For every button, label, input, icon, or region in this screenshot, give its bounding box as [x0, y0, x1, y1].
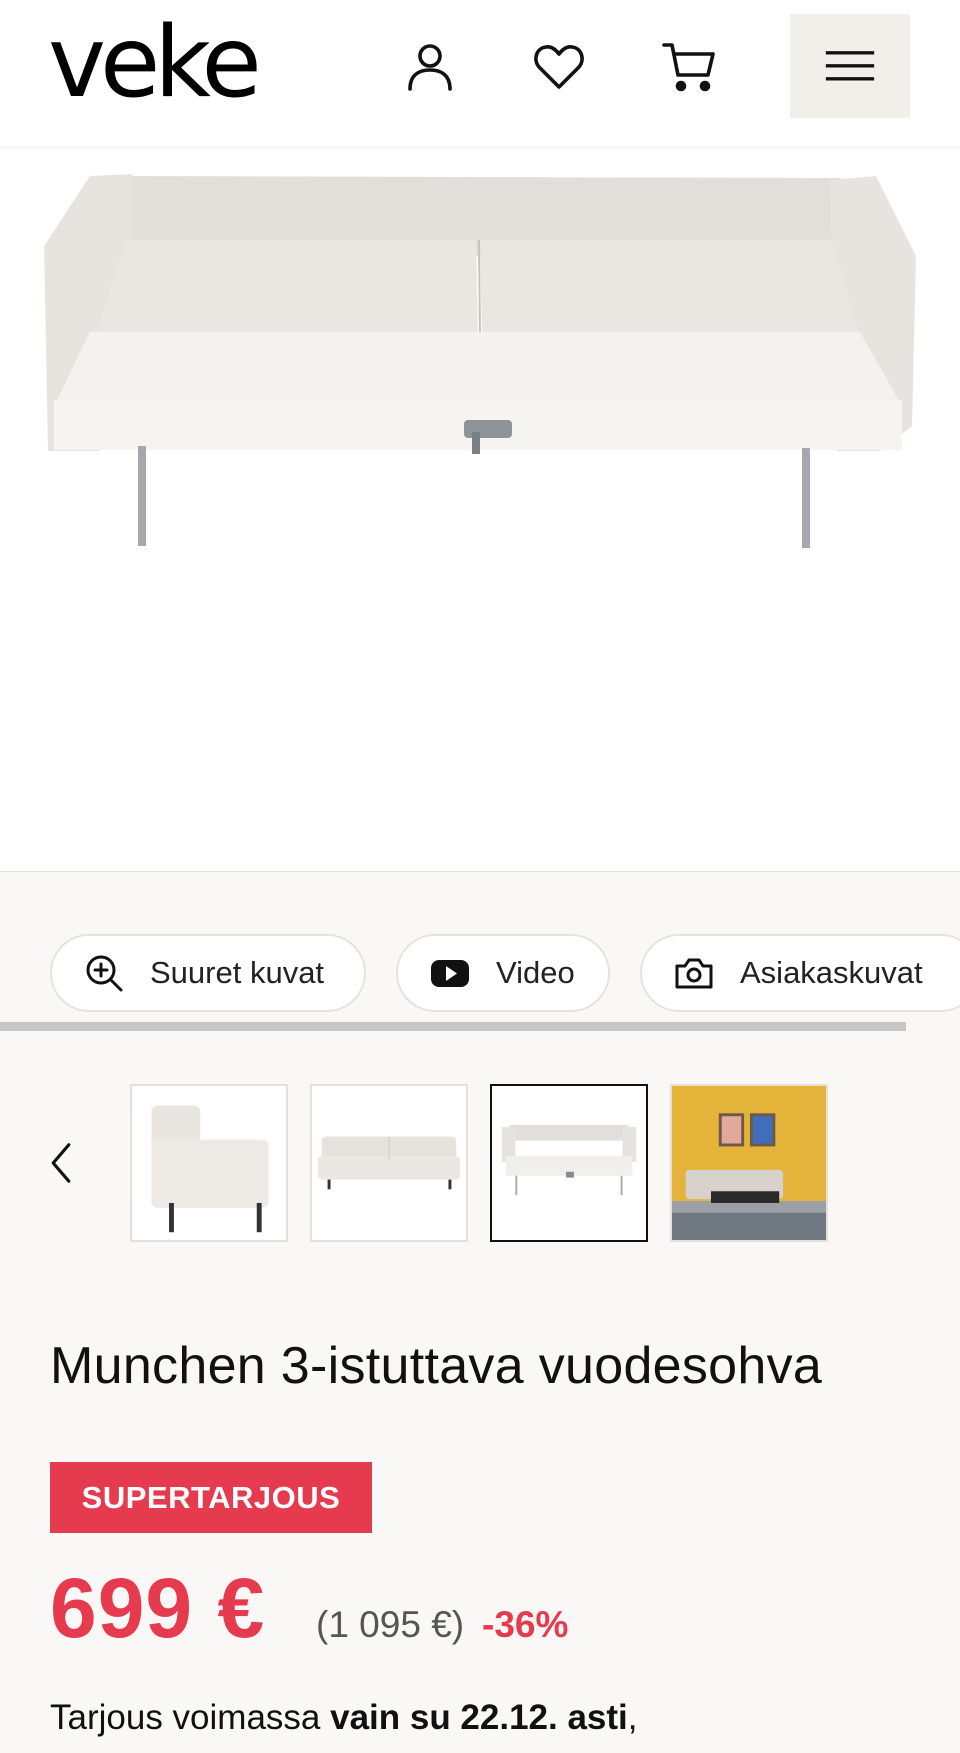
original-price: (1 095 €) [316, 1604, 465, 1645]
chevron-left-icon [51, 1143, 71, 1183]
video-button[interactable]: Video [396, 934, 610, 1012]
thumbnail-front-view[interactable] [310, 1084, 468, 1242]
thumbnail-side-view[interactable] [130, 1084, 288, 1242]
media-buttons: Suuret kuvat Video Asiakaskuvat [0, 934, 960, 1014]
user-icon[interactable] [395, 32, 465, 102]
offer-prefix: Tarjous voimassa [50, 1698, 331, 1737]
thumbnail-prev-button[interactable] [36, 1128, 86, 1198]
camera-icon [675, 958, 713, 989]
media-scrollbar[interactable] [0, 1022, 906, 1031]
zoom-in-icon [86, 955, 123, 992]
cart-icon[interactable] [654, 32, 724, 102]
large-images-button[interactable]: Suuret kuvat [50, 934, 366, 1012]
site-header: veke [0, 0, 960, 146]
offer-date: vain su 22.12. asti [330, 1698, 628, 1737]
large-images-label: Suuret kuvat [150, 955, 325, 990]
heart-icon[interactable] [524, 32, 594, 102]
video-label: Video [496, 955, 575, 990]
product-title: Munchen 3-istuttava vuodesohva [50, 1337, 823, 1395]
product-image[interactable] [0, 146, 960, 872]
customer-photos-label: Asiakaskuvat [740, 955, 923, 990]
menu-icon [825, 51, 875, 81]
customer-photos-button[interactable]: Asiakaskuvat [640, 934, 960, 1012]
discount-percent: -36% [482, 1604, 569, 1645]
current-price: 699 € [50, 1561, 266, 1655]
thumbnail-room-view[interactable] [670, 1084, 828, 1242]
offer-suffix: , [627, 1698, 638, 1737]
offer-badge: SUPERTARJOUS [50, 1462, 372, 1533]
menu-button[interactable] [790, 14, 910, 118]
youtube-play-icon [431, 960, 469, 987]
offer-validity-text: Tarjous voimassa vain su 22.12. asti, [50, 1698, 930, 1738]
veke-logo[interactable]: veke [48, 14, 262, 112]
thumbnail-bed-view[interactable] [490, 1084, 648, 1242]
sofa-bed-image [44, 174, 916, 548]
